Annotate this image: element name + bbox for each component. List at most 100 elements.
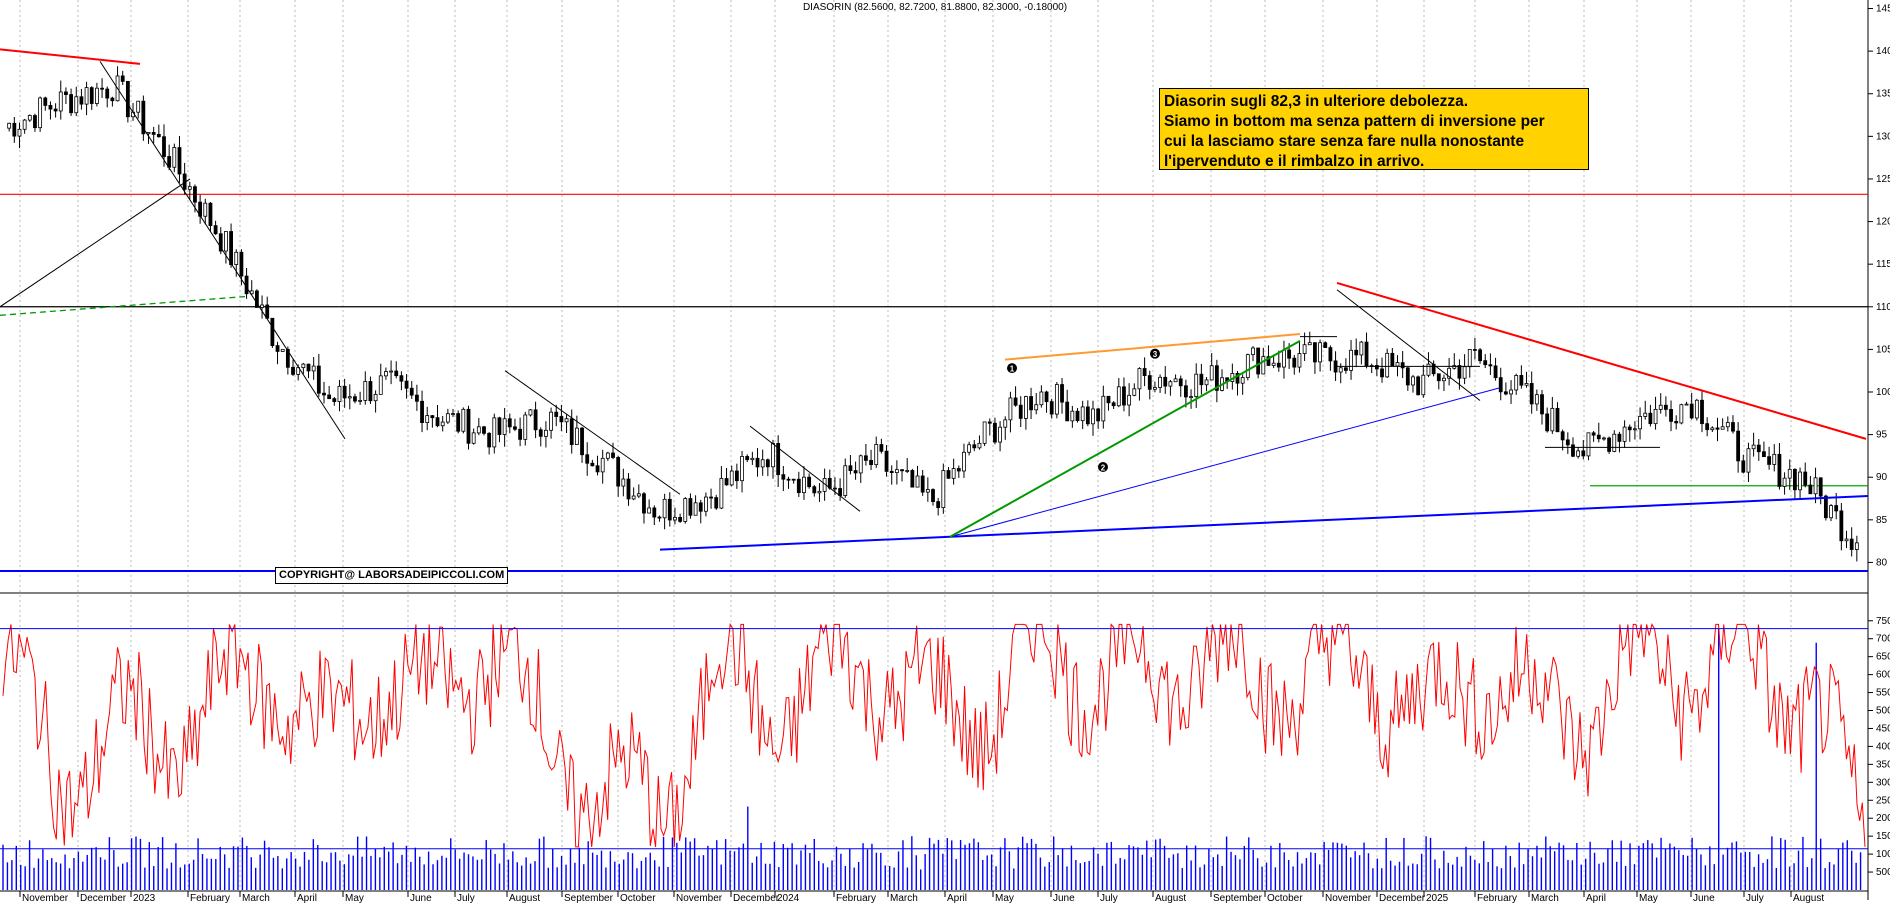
candle-body bbox=[22, 119, 27, 130]
candle-body bbox=[1132, 388, 1137, 396]
candle-body bbox=[1292, 357, 1297, 368]
candle-body bbox=[1096, 408, 1101, 422]
x-tick-label: June bbox=[410, 893, 432, 903]
candle-body bbox=[931, 489, 935, 502]
candle-body bbox=[1710, 427, 1715, 431]
candle-body bbox=[1137, 368, 1142, 390]
candle-body bbox=[1596, 434, 1601, 440]
candle-body bbox=[760, 459, 765, 468]
candle-body bbox=[683, 498, 688, 522]
candle-body bbox=[894, 469, 899, 473]
candle-body bbox=[523, 414, 528, 440]
candle-body bbox=[445, 413, 450, 423]
candle-body bbox=[585, 454, 590, 464]
candle-body bbox=[693, 502, 698, 516]
candle-body bbox=[853, 470, 858, 474]
candle-body bbox=[120, 75, 125, 82]
candle-body bbox=[7, 122, 12, 129]
candle-body bbox=[734, 470, 739, 482]
candle-body bbox=[1029, 396, 1033, 411]
x-tick-label: June bbox=[1693, 893, 1715, 903]
y-tick-label: 125 bbox=[1876, 174, 1890, 185]
annotation-line-4: l'ipervenduto e il rimbalzo in arrivo. bbox=[1164, 153, 1425, 170]
candle-body bbox=[327, 394, 332, 400]
trendline-black bbox=[0, 178, 191, 308]
candle-body bbox=[420, 400, 424, 423]
candle-body bbox=[869, 459, 873, 466]
candle-body bbox=[399, 375, 404, 382]
candle-body bbox=[1519, 375, 1524, 386]
candle-body bbox=[502, 418, 507, 435]
trendline-green-dashed bbox=[0, 295, 246, 316]
x-tick-label: September bbox=[1213, 893, 1263, 903]
candle-body bbox=[688, 498, 693, 516]
candle-body bbox=[270, 317, 275, 346]
candle-body bbox=[368, 381, 373, 402]
candle-body bbox=[471, 432, 476, 444]
candle-body bbox=[1576, 450, 1581, 457]
vol-tick-label: 75000 bbox=[1876, 616, 1890, 627]
candle-body bbox=[879, 444, 884, 452]
candle-body bbox=[1607, 437, 1612, 452]
candle-body bbox=[12, 122, 17, 137]
candle-body bbox=[1122, 386, 1126, 406]
candle-body bbox=[1483, 360, 1488, 366]
candle-body bbox=[1442, 377, 1446, 382]
candle-body bbox=[652, 507, 657, 518]
candle-body bbox=[1777, 453, 1782, 487]
candle-body bbox=[1343, 367, 1348, 371]
candle-body bbox=[673, 517, 677, 521]
candle-body bbox=[1328, 347, 1333, 362]
y-tick-label: 130 bbox=[1876, 131, 1890, 142]
candle-body bbox=[611, 452, 615, 458]
candle-body bbox=[1736, 430, 1741, 462]
candle-body bbox=[1380, 368, 1384, 378]
x-tick-label: 2024 bbox=[777, 893, 800, 903]
candle-body bbox=[1405, 367, 1410, 386]
candle-body bbox=[1602, 437, 1606, 440]
candle-body bbox=[616, 457, 621, 487]
candle-body bbox=[1808, 484, 1813, 495]
candle-body bbox=[1509, 389, 1513, 395]
candle-body bbox=[1080, 406, 1085, 422]
candle-body bbox=[941, 470, 946, 508]
candle-body bbox=[507, 418, 512, 428]
candle-body bbox=[1400, 362, 1405, 369]
y-tick-label: 105 bbox=[1876, 344, 1890, 355]
x-tick-label: November bbox=[676, 893, 723, 903]
candle-body bbox=[451, 413, 455, 415]
vol-tick-label: 50000 bbox=[1876, 706, 1890, 717]
candle-body bbox=[38, 97, 43, 129]
y-tick-label: 100 bbox=[1876, 387, 1890, 398]
candle-body bbox=[1756, 444, 1761, 453]
x-tick-label: July bbox=[1100, 893, 1118, 903]
candle-body bbox=[1617, 433, 1622, 442]
vol-tick-label: 5000 bbox=[1876, 867, 1890, 878]
candle-body bbox=[1622, 426, 1627, 442]
candle-body bbox=[750, 457, 755, 461]
y-tick-label: 135 bbox=[1876, 89, 1890, 100]
candle-body bbox=[492, 417, 497, 448]
candle-body bbox=[162, 136, 166, 157]
candle-body bbox=[807, 476, 812, 488]
candle-body bbox=[1142, 368, 1147, 376]
candle-body bbox=[1034, 404, 1039, 411]
candle-body bbox=[1854, 542, 1859, 550]
candle-body bbox=[786, 478, 791, 481]
candle-body bbox=[1070, 410, 1075, 422]
candle-body bbox=[714, 497, 719, 509]
candle-body bbox=[636, 493, 641, 497]
candle-body bbox=[1075, 410, 1080, 422]
candle-body bbox=[409, 387, 414, 396]
candle-body bbox=[1085, 406, 1090, 425]
candle-body bbox=[1669, 409, 1673, 422]
candle-body bbox=[1823, 495, 1828, 519]
x-tick-label: February bbox=[190, 893, 230, 903]
candle-body bbox=[1194, 373, 1199, 398]
candle-body bbox=[936, 501, 941, 508]
candle-body bbox=[1307, 342, 1312, 346]
candle-body bbox=[1813, 477, 1818, 495]
candle-body bbox=[1581, 450, 1586, 457]
x-tick-label: March bbox=[242, 893, 270, 903]
candle-body bbox=[1189, 396, 1193, 399]
